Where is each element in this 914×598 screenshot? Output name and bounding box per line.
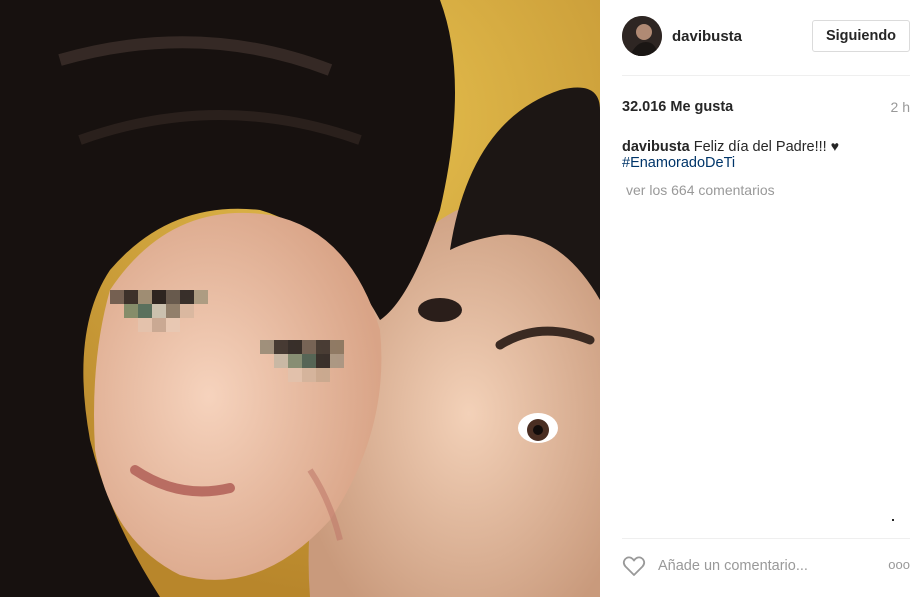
caption-hashtag[interactable]: #EnamoradoDeTi — [622, 155, 735, 171]
black-heart-icon: ♥ — [830, 138, 840, 154]
more-options-icon[interactable]: ooo — [884, 557, 910, 573]
post-header: davibusta Siguiendo — [622, 16, 910, 60]
following-button[interactable]: Siguiendo — [812, 20, 910, 52]
avatar-image — [622, 16, 662, 56]
scroll-marker — [892, 519, 894, 521]
post-photo-image — [0, 0, 600, 597]
post-username[interactable]: davibusta — [672, 28, 742, 45]
post-timestamp[interactable]: 2 h — [891, 99, 910, 115]
caption-text: Feliz día del Padre!!! — [693, 139, 827, 155]
avatar[interactable] — [622, 16, 662, 56]
comment-bar: ooo — [622, 538, 910, 598]
likes-count[interactable]: 32.016 Me gusta — [622, 99, 733, 115]
post-photo[interactable] — [0, 0, 600, 597]
post-details-panel: davibusta Siguiendo 32.016 Me gusta 2 h … — [600, 0, 914, 597]
caption-username[interactable]: davibusta — [622, 139, 690, 155]
view-all-comments-link[interactable]: ver los 664 comentarios — [626, 182, 775, 198]
add-comment-input[interactable] — [658, 554, 878, 578]
post-caption: davibusta Feliz día del Padre!!! ♥ — [622, 137, 907, 156]
header-divider — [622, 75, 910, 76]
heart-outline-icon[interactable] — [622, 555, 646, 577]
